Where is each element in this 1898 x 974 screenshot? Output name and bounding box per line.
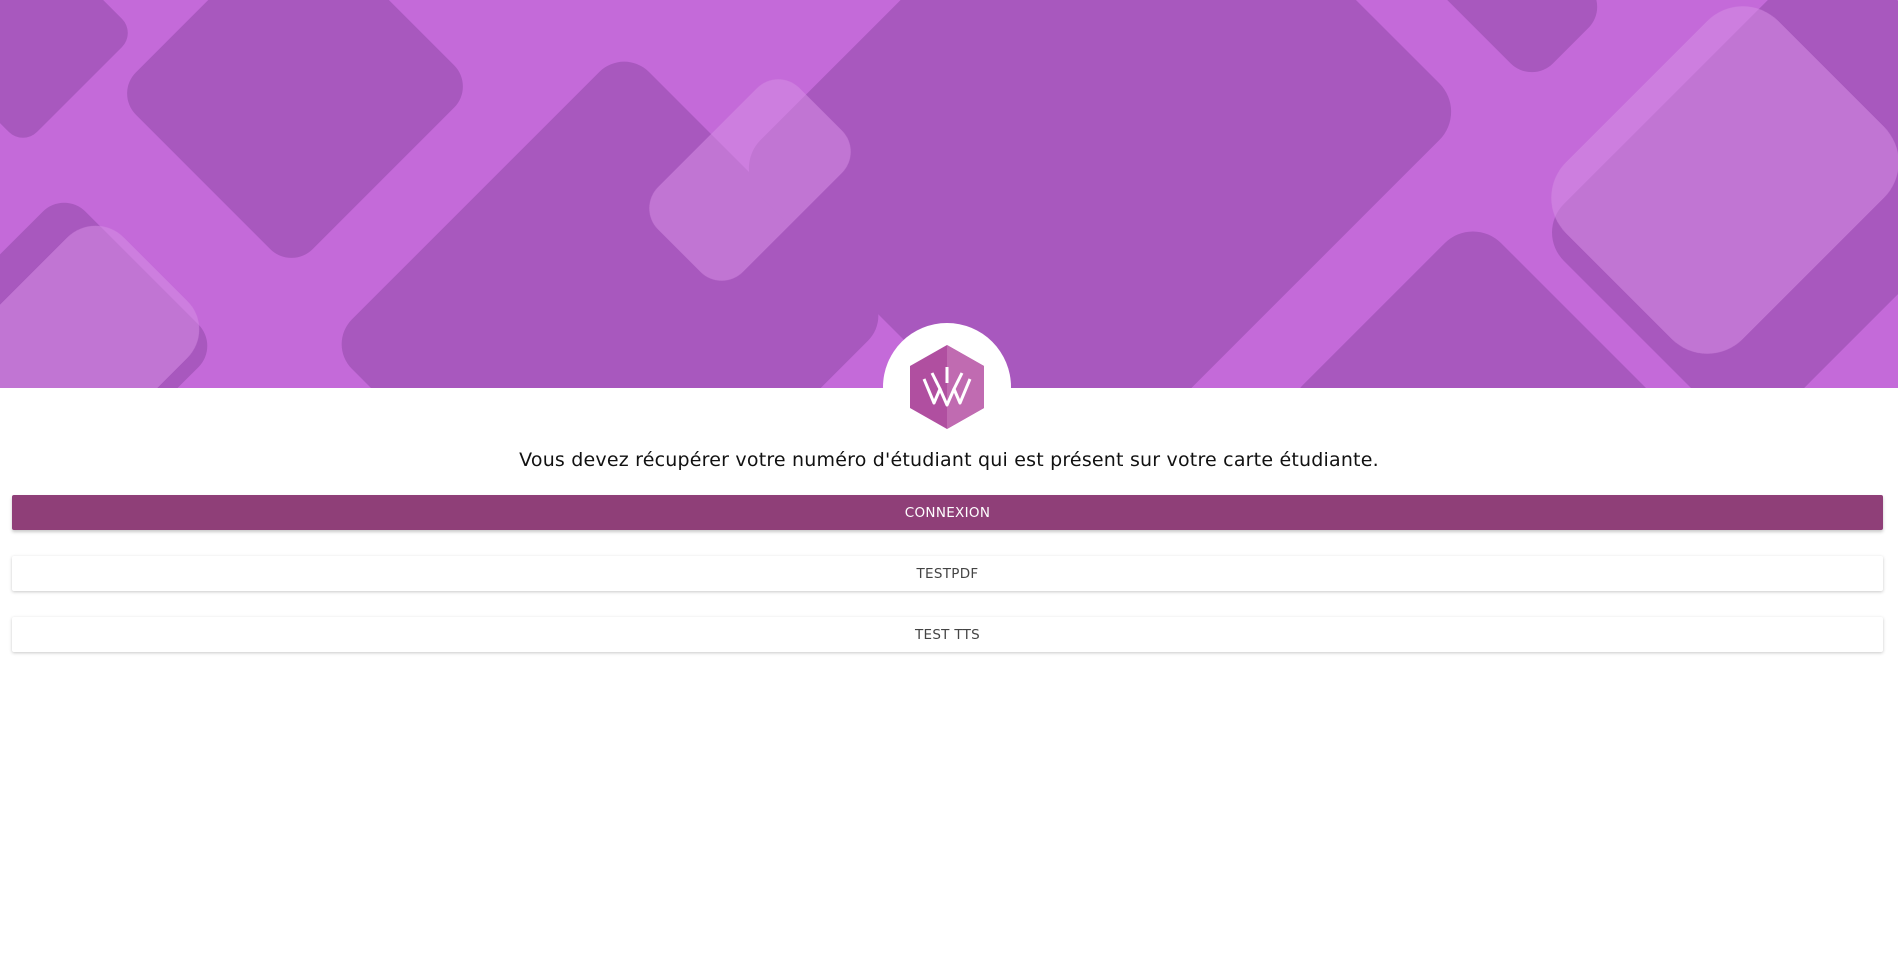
connexion-button[interactable]: CONNEXION (12, 495, 1883, 530)
test-tts-button[interactable]: TEST TTS (12, 617, 1883, 652)
student-number-notice: Vous devez récupérer votre numéro d'étud… (519, 449, 1379, 471)
logo-badge (883, 323, 1011, 451)
testpdf-button[interactable]: TESTPDF (12, 556, 1883, 591)
hexagon-crown-logo-icon (910, 345, 984, 429)
